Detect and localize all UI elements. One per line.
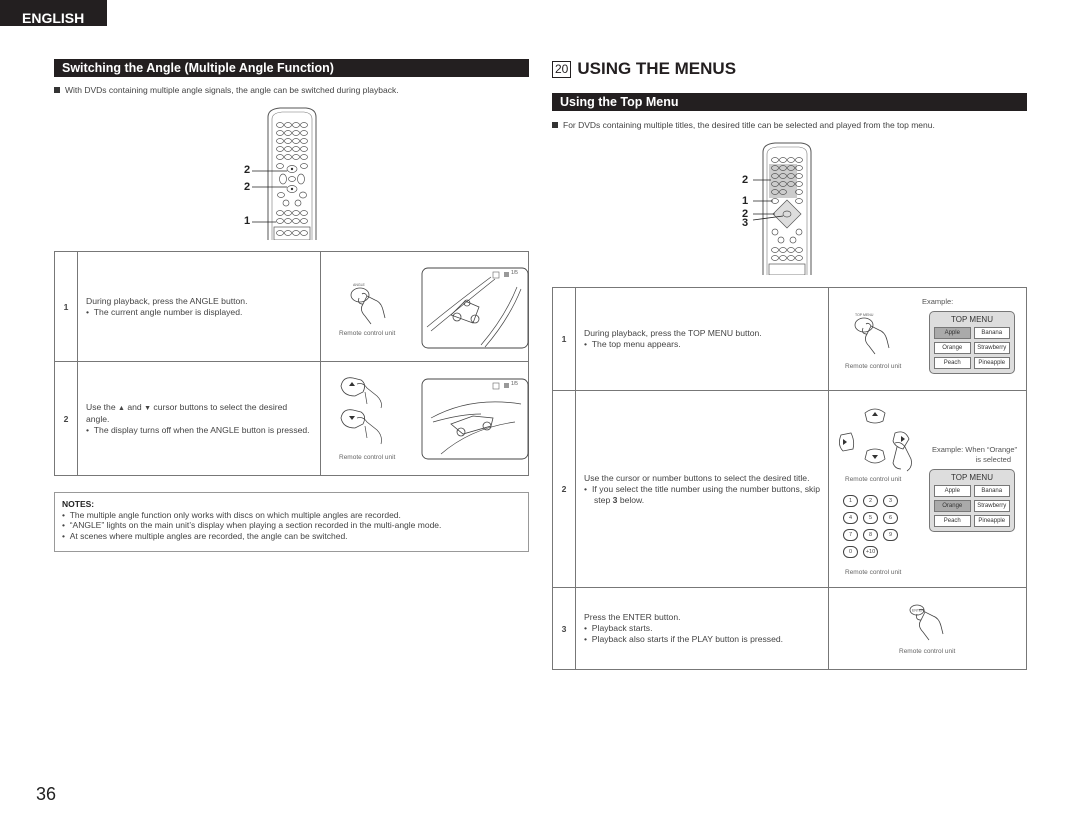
number-key-3[interactable]: 3 xyxy=(883,495,898,507)
number-key-2[interactable]: 2 xyxy=(863,495,878,507)
section-header-top-menu: Using the Top Menu xyxy=(552,93,1027,111)
menu-items-grid: Apple Banana Orange Strawberry Peach Pin… xyxy=(934,485,1010,527)
step-instructions: During playback, press the TOP MENU butt… xyxy=(575,287,829,391)
section-header-angle: Switching the Angle (Multiple Angle Func… xyxy=(54,59,529,77)
number-key-plus10[interactable]: +10 xyxy=(863,546,878,558)
top-menu-step-3: 3 Press the ENTER button. • Playback sta… xyxy=(552,587,1027,670)
step-number: 3 xyxy=(552,587,576,670)
square-bullet-icon xyxy=(552,122,558,128)
step-number: 2 xyxy=(552,390,576,588)
menu-item-pineapple[interactable]: Pineapple xyxy=(973,515,1010,527)
menu-item-banana[interactable]: Banana xyxy=(973,327,1010,339)
number-key-8[interactable]: 8 xyxy=(863,529,878,541)
angle-intro: With DVDs containing multiple angle sign… xyxy=(54,85,399,95)
remote-caption: Remote control unit xyxy=(339,330,396,337)
step-number: 2 xyxy=(54,361,78,476)
step-bullet: • Playback starts. xyxy=(584,623,653,633)
remote-callout-1: 1 xyxy=(244,215,251,227)
notes-heading: NOTES: xyxy=(62,499,95,509)
step-bullet: • The top menu appears. xyxy=(584,339,681,349)
remote-callout-2-numbers: 2 xyxy=(742,174,749,186)
remote-caption: Remote control unit xyxy=(845,363,902,370)
angle-step-1: 1 During playback, press the ANGLE butto… xyxy=(54,251,529,362)
remote-caption: Remote control unit xyxy=(845,569,902,576)
page-number: 36 xyxy=(36,784,57,804)
svg-text:TOP MENU: TOP MENU xyxy=(855,313,874,317)
step-number: 1 xyxy=(54,251,78,362)
hand-pressing-top-menu-button-icon: TOP MENU xyxy=(854,313,890,355)
chapter-title: 20 USING THE MENUS xyxy=(552,59,736,79)
example-label: Example: When “Orange” is selected xyxy=(931,445,1017,464)
menu-item-banana[interactable]: Banana xyxy=(973,485,1010,497)
top-menu-step-2: 2 Use the cursor or number buttons to se… xyxy=(552,390,1027,588)
note-item: • At scenes where multiple angles are re… xyxy=(62,530,348,541)
step-number: 1 xyxy=(552,287,576,391)
menu-item-orange[interactable]: Orange xyxy=(934,500,971,512)
remote-caption: Remote control unit xyxy=(339,454,396,461)
hand-pressing-cursor-buttons-icon xyxy=(839,408,912,472)
top-menu-example-1: TOP MENU Apple Banana Orange Strawberry … xyxy=(929,311,1015,374)
language-tab: ENGLISH xyxy=(0,0,107,26)
number-key-1[interactable]: 1 xyxy=(843,495,858,507)
menu-item-apple[interactable]: Apple xyxy=(934,327,971,339)
step-illustration: ENTER Remote control unit xyxy=(828,587,1027,670)
number-key-9[interactable]: 9 xyxy=(883,529,898,541)
remote-caption: Remote control unit xyxy=(899,648,956,655)
step-instructions: During playback, press the ANGLE button.… xyxy=(77,251,321,362)
angle-step-2: 2 Use the ▲ and ▼ cursor buttons to sele… xyxy=(54,361,529,476)
number-key-0[interactable]: 0 xyxy=(843,546,858,558)
number-key-7[interactable]: 7 xyxy=(843,529,858,541)
menu-item-peach[interactable]: Peach xyxy=(934,357,971,369)
step-illustration: TOP MENU Remote control unit Example: TO… xyxy=(828,287,1027,391)
remote-callout-2-up: 2 xyxy=(244,164,251,176)
note-item: • The multiple angle function only works… xyxy=(62,509,401,520)
chapter-number-box: 20 xyxy=(552,60,572,78)
note-item: • “ANGLE” lights on the main unit’s disp… xyxy=(62,520,442,530)
number-key-6[interactable]: 6 xyxy=(883,512,898,524)
step-instructions: Use the cursor or number buttons to sele… xyxy=(575,390,829,588)
step-instructions: Press the ENTER button. • Playback start… xyxy=(575,587,829,670)
step-bullet: • The display turns off when the ANGLE b… xyxy=(86,424,310,435)
hand-pressing-up-down-buttons-icon xyxy=(340,377,382,445)
top-menu-steps-table: 1 During playback, press the TOP MENU bu… xyxy=(552,287,1027,670)
hand-pressing-enter-button-icon: ENTER xyxy=(909,604,944,641)
menu-items-grid: Apple Banana Orange Strawberry Peach Pin… xyxy=(934,327,1010,369)
remote-control-illustration xyxy=(752,142,812,275)
notes-box: NOTES: • The multiple angle function onl… xyxy=(54,492,529,552)
step-bullet: • The current angle number is displayed. xyxy=(86,306,243,317)
example-label: Example: xyxy=(922,297,954,306)
menu-item-pineapple[interactable]: Pineapple xyxy=(973,357,1010,369)
angle-osd-text: 1/5 xyxy=(511,270,518,276)
menu-item-peach[interactable]: Peach xyxy=(934,515,971,527)
angle-osd-text: 1/5 xyxy=(511,381,518,387)
remote-callout-3-enter: 3 xyxy=(742,217,749,229)
step-bullet: • If you select the title number using t… xyxy=(584,483,820,505)
menu-item-apple[interactable]: Apple xyxy=(934,485,971,497)
top-menu-intro: For DVDs containing multiple titles, the… xyxy=(552,120,935,130)
menu-item-strawberry[interactable]: Strawberry xyxy=(973,500,1010,512)
step-illustration: Remote control unit 1/5 xyxy=(320,361,529,476)
step-illustration: Remote control unit 1 2 3 4 5 6 7 8 9 0 +10 Remote… xyxy=(828,390,1027,588)
step-illustration: ANGLE Remote control unit 1/5 xyxy=(320,251,529,362)
angle-steps-table: 1 During playback, press the ANGLE butto… xyxy=(54,251,529,476)
square-bullet-icon xyxy=(54,87,60,93)
svg-text:ANGLE: ANGLE xyxy=(353,283,366,287)
up-arrow-icon: ▲ xyxy=(118,404,125,412)
screen-car-angle-2-illustration xyxy=(421,378,529,460)
top-menu-example-2: TOP MENU Apple Banana Orange Strawberry … xyxy=(929,469,1015,532)
screen-car-angle-1-illustration xyxy=(421,267,529,349)
top-menu-step-1: 1 During playback, press the TOP MENU bu… xyxy=(552,287,1027,391)
down-arrow-icon: ▼ xyxy=(144,404,152,412)
number-key-5[interactable]: 5 xyxy=(863,512,878,524)
remote-callout-1-top-menu: 1 xyxy=(742,195,749,207)
step-instructions: Use the ▲ and ▼ cursor buttons to select… xyxy=(77,361,321,476)
hand-pressing-angle-button-icon: ANGLE xyxy=(350,283,386,325)
number-key-4[interactable]: 4 xyxy=(843,512,858,524)
step-bullet: • Playback also starts if the PLAY butto… xyxy=(584,634,784,644)
remote-caption: Remote control unit xyxy=(845,476,902,483)
remote-callout-2-down: 2 xyxy=(244,181,251,193)
menu-item-strawberry[interactable]: Strawberry xyxy=(973,342,1010,354)
menu-item-orange[interactable]: Orange xyxy=(934,342,971,354)
